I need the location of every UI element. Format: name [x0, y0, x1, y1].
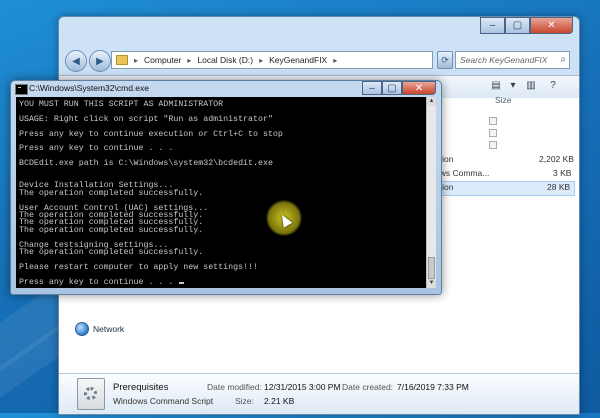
details-size-value: 2.21 KB — [264, 396, 295, 406]
search-placeholder: Search KeyGenandFIX — [460, 55, 548, 65]
explorer-minimize-button[interactable]: – — [480, 17, 505, 34]
search-icon: ⌕ — [560, 54, 566, 65]
address-bar[interactable]: ▸ Computer ▸ Local Disk (D:) ▸ KeyGenand… — [111, 51, 433, 69]
folder-icon — [116, 55, 128, 65]
scroll-down-arrow-icon[interactable]: ▼ — [427, 279, 436, 288]
script-file-icon — [77, 378, 105, 410]
details-modified-value: 12/31/2015 3:00 PM — [264, 382, 341, 392]
console-icon — [15, 84, 28, 95]
console-line: The operation completed successfully. — [19, 188, 204, 198]
console-line: The operation completed successfully. — [19, 248, 204, 257]
help-icon[interactable]: ? — [546, 80, 560, 92]
row-grip — [489, 129, 497, 137]
console-line: YOU MUST RUN THIS SCRIPT AS ADMINISTRATO… — [19, 100, 224, 109]
chevron-right-icon: ▸ — [259, 55, 264, 65]
console-line: The operation completed successfully. — [19, 225, 204, 235]
explorer-window-controls: – ▢ ✕ — [480, 17, 573, 34]
cmd-minimize-button[interactable]: – — [362, 81, 382, 95]
column-header-size[interactable]: Size — [495, 95, 512, 105]
chevron-right-icon: ▸ — [333, 55, 338, 65]
chevron-right-icon: ▸ — [187, 55, 192, 65]
file-size-cell[interactable]: 3 KB — [553, 168, 571, 178]
cmd-close-button[interactable]: ✕ — [402, 81, 436, 95]
search-input[interactable]: Search KeyGenandFIX ⌕ — [455, 51, 570, 69]
explorer-nav-buttons: ◀ ▶ — [65, 50, 111, 72]
sidebar-item-label: Network — [93, 324, 125, 334]
console-line: Press any key to continue . . . — [19, 144, 174, 154]
back-arrow-icon[interactable]: ◀ — [65, 50, 87, 72]
details-created-label: Date created: — [342, 382, 394, 392]
refresh-icon[interactable]: ⟳ — [437, 51, 453, 69]
explorer-close-button[interactable]: ✕ — [530, 17, 573, 34]
scrollbar-thumb[interactable] — [428, 257, 435, 279]
details-created-value: 7/16/2019 7:33 PM — [397, 382, 469, 392]
explorer-maximize-button[interactable]: ▢ — [505, 17, 530, 34]
text-cursor — [179, 281, 185, 284]
file-size-cell[interactable]: 2,202 KB — [539, 154, 574, 164]
details-file-name: Prerequisites — [113, 382, 169, 393]
view-options-icon[interactable]: ▤ — [489, 80, 503, 92]
breadcrumb-folder[interactable]: KeyGenandFIX — [269, 55, 327, 65]
scroll-up-arrow-icon[interactable]: ▲ — [427, 97, 436, 106]
details-size-label: Size: — [235, 396, 254, 406]
breadcrumb-computer[interactable]: Computer — [144, 55, 181, 65]
sidebar-item-network[interactable]: Network — [75, 322, 124, 336]
network-icon — [75, 322, 89, 336]
console-scrollbar[interactable]: ▲ ▼ — [426, 97, 436, 288]
console-line: Please restart computer to apply new set… — [19, 262, 258, 272]
row-grip — [489, 117, 497, 125]
chevron-down-icon[interactable]: ▾ — [506, 80, 520, 92]
details-modified-label: Date modified: — [207, 382, 262, 392]
cmd-window-title: C:\Windows\System32\cmd.exe — [29, 83, 149, 93]
console-line: USAGE: Right click on script "Run as adm… — [19, 114, 273, 124]
console-output[interactable]: YOU MUST RUN THIS SCRIPT AS ADMINISTRATO… — [16, 97, 427, 288]
cmd-window-controls: – ▢ ✕ — [362, 81, 436, 95]
row-grip — [489, 141, 497, 149]
cmd-maximize-button[interactable]: ▢ — [382, 81, 402, 95]
chevron-right-icon: ▸ — [134, 55, 139, 65]
file-type-cell[interactable]: ows Comma... — [435, 168, 489, 178]
cmd-window[interactable]: C:\Windows\System32\cmd.exe – ▢ ✕ YOU MU… — [10, 80, 442, 295]
details-pane: Prerequisites Windows Command Script Dat… — [59, 373, 579, 414]
preview-pane-icon[interactable]: ▥ — [524, 80, 538, 92]
console-line: Press any key to continue . . . — [19, 278, 185, 287]
details-file-type: Windows Command Script — [113, 396, 214, 406]
file-size-cell[interactable]: 28 KB — [547, 182, 570, 192]
console-line: Press any key to continue execution or C… — [19, 129, 283, 139]
breadcrumb-local-disk[interactable]: Local Disk (D:) — [197, 55, 253, 65]
forward-arrow-icon[interactable]: ▶ — [89, 50, 111, 72]
console-line: BCDEdit.exe path is C:\Windows\system32\… — [19, 159, 273, 169]
